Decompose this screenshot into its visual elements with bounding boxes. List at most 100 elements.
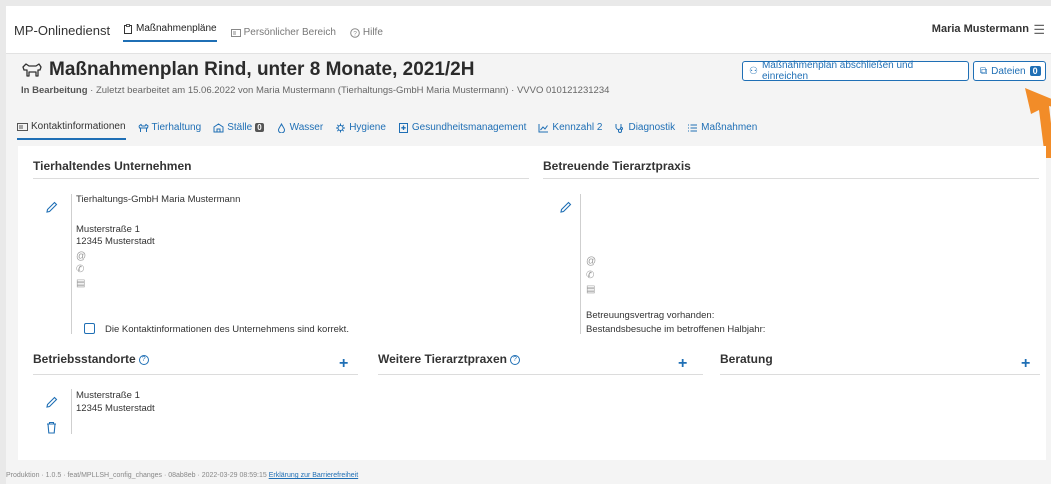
water-drop-icon [277,122,285,133]
company-name: Tierhaltungs-GmbH Maria Mustermann [76,194,241,205]
tab-husbandry[interactable]: Tierhaltung [138,121,202,140]
company-city: 12345 Musterstadt [76,236,155,247]
delete-location-trash-icon[interactable] [45,421,58,434]
line-chart-icon [538,123,549,132]
footer-build-info: Produktion · 1.0.5 · feat/MPLLSH_config_… [6,472,269,479]
add-location-button[interactable]: + [339,355,348,373]
virus-icon [336,123,346,132]
barn-icon [213,122,224,132]
add-consulting-button[interactable]: + [1021,355,1030,373]
tab-kpi[interactable]: Kennzahl 2 [538,121,602,140]
brand-title[interactable]: MP-Onlinedienst [14,23,110,38]
medical-file-icon [398,122,408,133]
tab-label: Kontaktinformationen [31,121,126,132]
add-other-vet-button[interactable]: + [678,355,687,373]
page-subtitle: In Bearbeitung · Zuletzt bearbeitet am 1… [21,85,609,96]
locations-divider [33,374,358,375]
tab-label: Wasser [289,122,324,133]
consulting-divider [720,374,1040,375]
vet-heading: Betreuende Tierarztpraxis [543,159,691,173]
hamburger-menu-icon[interactable]: ☰ [1033,22,1045,38]
id-card-icon [17,122,28,131]
phone-icon: ✆ [76,264,85,275]
nav-label: Maßnahmenpläne [136,23,217,34]
tab-stables[interactable]: Ställe 0 [213,121,264,140]
tab-label: Gesundheitsmanagement [411,122,527,133]
location-city: 12345 Musterstadt [76,403,155,414]
phone-icon: ✆ [586,270,595,281]
files-label: Dateien [991,65,1026,77]
company-info-rule [71,194,72,334]
fax-icon: ▤ [586,284,596,295]
vet-contract-label: Betreuungsvertrag vorhanden: [586,310,715,321]
tab-label: Maßnahmen [701,122,758,133]
location-info-rule [71,389,72,434]
email-icon: @ [586,256,597,267]
files-count-badge: 0 [1029,66,1041,76]
tab-water[interactable]: Wasser [276,121,324,140]
accessibility-link[interactable]: Erklärung zur Barrierefreiheit [269,472,358,479]
tab-contact[interactable]: Kontaktinformationen [17,121,126,140]
other-vets-heading-text: Weitere Tierarztpraxen [378,352,507,366]
fax-icon: ▤ [76,278,86,289]
confirm-contact-checkbox[interactable] [84,323,95,334]
stables-count-badge: 0 [255,123,264,132]
status-text: In Bearbeitung [21,85,88,96]
tab-label: Diagnostik [628,122,676,133]
id-card-icon [230,28,241,37]
locations-heading-text: Betriebsstandorte [33,352,136,366]
list-icon [688,124,698,131]
cow-icon [22,63,42,77]
tab-diagnostics[interactable]: Diagnostik [614,121,675,140]
main-nav: Maßnahmenpläne Persönlicher Bereich ? Hi… [123,23,383,42]
edit-vet-pencil-icon[interactable] [559,201,572,214]
svg-text:?: ? [353,30,357,37]
company-street: Musterstraße 1 [76,224,140,235]
tab-label: Tierhaltung [151,122,202,133]
vet-divider [543,178,1039,179]
tab-measures[interactable]: Maßnahmen [687,121,757,140]
vet-info-rule [580,194,581,334]
user-name[interactable]: Maria Mustermann [932,23,1029,35]
cow-icon [138,123,149,132]
help-circle-icon[interactable]: ? [138,354,149,365]
submit-plan-button[interactable]: ⚇ Maßnahmenplan abschließen und einreich… [742,60,969,82]
vet-visits-label: Bestandsbesuche im betroffenen Halbjahr: [586,324,766,335]
nav-item-plans[interactable]: Maßnahmenpläne [123,23,217,42]
help-circle-icon[interactable]: ? [509,354,520,365]
consulting-heading: Beratung [720,352,773,366]
page: MP-Onlinedienst Maßnahmenpläne Persönlic… [6,6,1051,484]
tab-hygiene[interactable]: Hygiene [335,121,386,140]
tab-health-management[interactable]: Gesundheitsmanagement [398,121,527,140]
tab-label: Hygiene [349,122,386,133]
files-button[interactable]: ⧉ Dateien 0 [973,61,1046,81]
nav-label: Hilfe [362,27,383,38]
nav-item-personal[interactable]: Persönlicher Bereich [230,23,336,42]
edit-info: · Zuletzt bearbeitet am 15.06.2022 von M… [87,85,610,96]
other-vets-divider [378,374,703,375]
tab-label: Ställe [227,122,253,133]
email-icon: @ [76,251,87,262]
company-divider [33,178,529,179]
clipboard-icon [124,23,132,34]
content-panel: Tierhaltendes Unternehmen Tierhaltungs-G… [18,146,1046,460]
stethoscope-icon [615,123,624,133]
tab-label: Kennzahl 2 [552,122,603,133]
question-circle-icon: ? [350,27,360,38]
submit-label: Maßnahmenplan abschließen und einreichen [761,60,914,82]
tab-bar: Kontaktinformationen Tierhaltung Ställe … [17,121,757,140]
edit-company-pencil-icon[interactable] [45,201,58,214]
location-street: Musterstraße 1 [76,390,140,401]
nav-item-help[interactable]: ? Hilfe [350,23,383,42]
title-text: Maßnahmenplan Rind, unter 8 Monate, 2021… [49,59,475,80]
top-bar: MP-Onlinedienst Maßnahmenpläne Persönlic… [6,6,1051,54]
company-heading: Tierhaltendes Unternehmen [33,159,192,173]
confirm-contact-label[interactable]: Die Kontaktinformationen des Unternehmen… [105,324,349,336]
footer: Produktion · 1.0.5 · feat/MPLLSH_config_… [6,472,358,479]
locations-heading: Betriebsstandorte? [33,352,149,366]
page-title: Maßnahmenplan Rind, unter 8 Monate, 2021… [21,59,474,81]
nav-label: Persönlicher Bereich [243,27,336,38]
other-vets-heading: Weitere Tierarztpraxen? [378,352,520,366]
users-icon: ⚇ [749,65,758,77]
edit-location-pencil-icon[interactable] [45,396,58,409]
